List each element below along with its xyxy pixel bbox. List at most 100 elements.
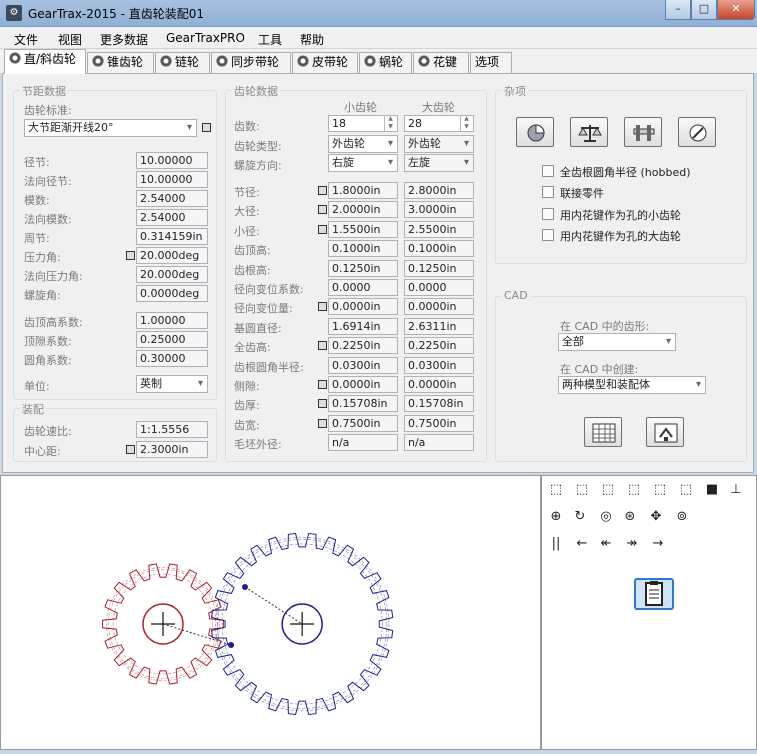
table-export-button[interactable] (584, 417, 622, 447)
normal-pressure-angle-field[interactable]: 20.000deg (136, 266, 208, 283)
pinion-value-field[interactable]: 0.0000 (328, 279, 398, 296)
tab-options[interactable]: 选项 (470, 52, 512, 73)
tab-spline[interactable]: 花键 (413, 52, 469, 73)
gear-standard-select[interactable]: 大节距渐开线20° (24, 119, 197, 137)
pinion-value-field[interactable]: 1.8000in (328, 182, 398, 199)
menu-file[interactable]: 文件 (14, 31, 38, 48)
menu-help[interactable]: 帮助 (300, 31, 324, 48)
pause-icon[interactable]: || (546, 534, 566, 554)
module-field[interactable]: 2.54000 (136, 190, 208, 207)
center-distance-toggle[interactable] (126, 445, 135, 454)
gear-helix-select[interactable]: 左旋 (404, 154, 474, 172)
lock-toggle[interactable] (318, 418, 327, 428)
lock-toggle[interactable] (318, 399, 327, 409)
gear-value-field[interactable]: 0.2250in (404, 337, 474, 355)
menu-tools[interactable]: 工具 (258, 31, 282, 48)
gear-value-field[interactable]: 0.1250in (404, 259, 474, 277)
tab-bevel[interactable]: 锥齿轮 (87, 52, 154, 73)
fast-forward-icon[interactable]: ↠ (622, 534, 642, 554)
gear-value-field[interactable]: 3.0000in (404, 201, 474, 219)
zoom-icon[interactable]: ◎ (596, 507, 616, 527)
cad-shape-select[interactable]: 全部 (558, 333, 676, 351)
full-fillet-checkbox[interactable] (542, 165, 554, 177)
pressure-angle-field[interactable]: 20.000deg (136, 247, 208, 264)
normal-module-field[interactable]: 2.54000 (136, 209, 208, 226)
gear-value-field[interactable]: 2.6311in (404, 317, 474, 335)
pinion-value-field[interactable]: 1.5500in (328, 220, 398, 238)
view-left-icon[interactable]: ⬚ (624, 480, 644, 500)
tab-belt-pulley[interactable]: 皮带轮 (292, 52, 358, 73)
gear-drawing-canvas[interactable] (0, 475, 541, 750)
lock-toggle[interactable] (318, 186, 327, 195)
addendum-factor-field[interactable]: 1.00000 (136, 312, 208, 329)
view-right-icon[interactable]: ⬚ (650, 480, 670, 500)
circular-pitch-field[interactable]: 0.314159in (136, 228, 208, 245)
pinion-spline-bore-checkbox[interactable] (542, 208, 554, 220)
bottom-view-icon[interactable]: ⊥ (726, 480, 746, 500)
create-cad-button[interactable] (646, 417, 684, 447)
helix-angle-field[interactable]: 0.0000deg (136, 285, 208, 302)
gear-value-field[interactable]: 0.0000 (404, 279, 474, 296)
gear-value-field[interactable]: 2.8000in (404, 182, 474, 199)
clipboard-button[interactable] (634, 578, 674, 610)
tab-worm[interactable]: 蜗轮 (359, 52, 412, 73)
center-distance-field[interactable]: 2.3000in (136, 441, 208, 458)
maximize-button[interactable]: □ (691, 0, 717, 20)
pinion-value-field[interactable]: 0.2250in (328, 337, 398, 355)
lock-toggle[interactable] (202, 123, 211, 132)
pressure-angle-toggle[interactable] (126, 251, 135, 260)
gear-spline-bore-checkbox[interactable] (542, 229, 554, 241)
pinion-value-field[interactable]: 0.0000in (328, 376, 398, 393)
gear-teeth-spinner[interactable]: ▲ ▼ (460, 115, 472, 132)
view-back-icon[interactable]: ⬚ (598, 480, 618, 500)
pinion-value-field[interactable]: n/a (328, 434, 398, 452)
pan-icon[interactable]: ✥ (646, 507, 666, 527)
cad-create-select[interactable]: 两种模型和装配体 (558, 376, 706, 394)
spin-icon[interactable]: ⊛ (620, 507, 640, 527)
pinion-teeth-spinner[interactable]: ▲ ▼ (384, 115, 396, 132)
gear-ratio-field[interactable]: 1:1.5556 (136, 421, 208, 438)
gear-value-field[interactable]: 0.1000in (404, 240, 474, 258)
pinion-value-field[interactable]: 0.0300in (328, 356, 398, 374)
caliper-button[interactable] (624, 117, 662, 147)
pinion-value-field[interactable]: 0.1250in (328, 259, 398, 277)
pinion-type-select[interactable]: 外齿轮 (328, 135, 398, 153)
pinion-helix-select[interactable]: 右旋 (328, 154, 398, 172)
gear-value-field[interactable]: 2.5500in (404, 220, 474, 238)
diametral-pitch-field[interactable]: 10.00000 (136, 152, 208, 169)
gear-type-select[interactable]: 外齿轮 (404, 135, 474, 153)
fast-back-icon[interactable]: ↞ (596, 534, 616, 554)
view-iso-icon[interactable]: ⬚ (546, 480, 566, 500)
pinion-value-field[interactable]: 1.6914in (328, 317, 398, 335)
shaded-cube-icon[interactable]: ■ (702, 480, 722, 500)
minimize-button[interactable]: – (665, 0, 691, 20)
pinion-value-field[interactable]: 0.1000in (328, 240, 398, 258)
unit-select[interactable]: 英制 (136, 375, 208, 393)
tab-spur-helical[interactable]: 直/斜齿轮 (4, 49, 86, 74)
gear-value-field[interactable]: 0.15708in (404, 395, 474, 413)
fillet-factor-field[interactable]: 0.30000 (136, 350, 208, 367)
pinion-value-field[interactable]: 0.0000in (328, 298, 398, 316)
target-icon[interactable]: ⊚ (672, 507, 692, 527)
gear-value-field[interactable]: n/a (404, 434, 474, 452)
lock-toggle[interactable] (318, 380, 327, 389)
zoom-fit-icon[interactable]: ⊕ (546, 507, 566, 527)
lock-toggle[interactable] (318, 302, 327, 312)
gear-value-field[interactable]: 0.7500in (404, 414, 474, 432)
step-forward-icon[interactable]: → (648, 534, 668, 554)
view-front-icon[interactable]: ⬚ (572, 480, 592, 500)
close-button[interactable]: ✕ (717, 0, 755, 20)
join-parts-checkbox[interactable] (542, 186, 554, 198)
normal-diametral-pitch-field[interactable]: 10.00000 (136, 171, 208, 188)
menu-view[interactable]: 视图 (58, 31, 82, 48)
lock-toggle[interactable] (318, 205, 327, 215)
gear-value-field[interactable]: 0.0000in (404, 376, 474, 393)
gear-value-field[interactable]: 0.0300in (404, 356, 474, 374)
pinion-value-field[interactable]: 0.15708in (328, 395, 398, 413)
menu-geartraxpro[interactable]: GearTraxPRO (166, 31, 245, 45)
lock-toggle[interactable] (318, 224, 327, 234)
tab-timing-pulley[interactable]: 同步带轮 (211, 52, 291, 73)
pinion-value-field[interactable]: 2.0000in (328, 201, 398, 219)
menu-more-data[interactable]: 更多数据 (100, 31, 148, 48)
tab-sprocket[interactable]: 链轮 (155, 52, 210, 73)
